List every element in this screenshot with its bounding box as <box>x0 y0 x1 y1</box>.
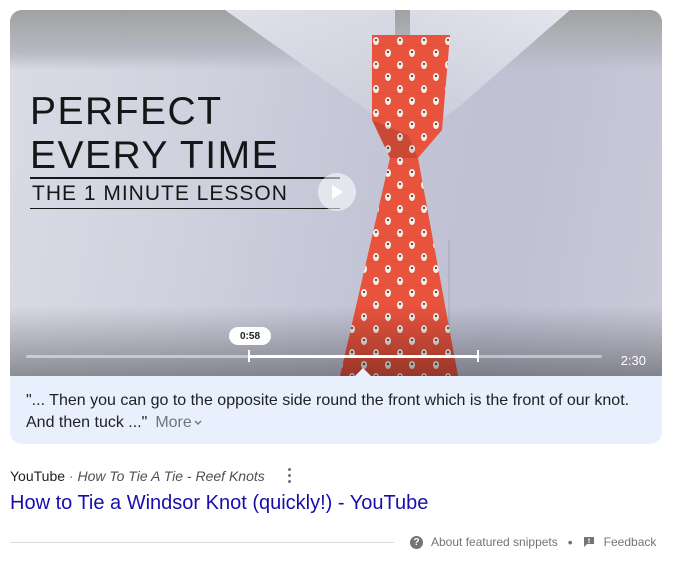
snippet-quote-text: "... Then you can go to the opposite sid… <box>26 392 630 431</box>
footer-dot: • <box>567 534 573 550</box>
subtitle-bottom-rule <box>30 208 340 209</box>
help-icon: ? <box>410 535 423 549</box>
chevron-down-icon <box>194 420 202 425</box>
quote-pointer-notch <box>354 368 372 376</box>
result-title-link[interactable]: How to Tie a Windsor Knot (quickly!) - Y… <box>10 492 428 515</box>
featured-snippet-card: PERFECT EVERY TIME THE 1 MINUTE LESSON 0… <box>10 10 662 444</box>
play-button[interactable] <box>318 173 356 211</box>
video-subtitle: THE 1 MINUTE LESSON <box>32 182 288 205</box>
source-breadcrumb: How To Tie A Tie - Reef Knots <box>77 468 265 484</box>
more-vert-icon[interactable] <box>284 466 294 484</box>
footer-divider <box>10 542 394 543</box>
headline-line-1: PERFECT <box>30 90 223 133</box>
play-icon <box>332 185 343 199</box>
video-duration: 2:30 <box>620 353 646 368</box>
source-site: YouTube <box>10 468 66 484</box>
segment-end-marker <box>477 350 479 362</box>
result-source: YouTube · How To Tie A Tie - Reef Knots <box>10 468 265 484</box>
video-thumbnail[interactable]: PERFECT EVERY TIME THE 1 MINUTE LESSON 0… <box>10 10 662 376</box>
about-featured-snippets-link[interactable]: About featured snippets <box>431 535 558 549</box>
controls-shade <box>10 306 662 376</box>
feedback-icon <box>583 536 595 548</box>
snippet-quote: "... Then you can go to the opposite sid… <box>26 390 646 434</box>
video-highlight-segment[interactable] <box>249 355 478 358</box>
snippet-footer: ? About featured snippets • Feedback <box>410 534 656 550</box>
subtitle-top-rule <box>30 177 340 179</box>
segment-start-marker <box>248 350 250 362</box>
video-headline: PERFECT EVERY TIME <box>30 90 279 178</box>
source-separator: · <box>68 468 74 484</box>
more-button[interactable]: More <box>155 414 202 431</box>
headline-line-2: EVERY TIME <box>30 134 280 177</box>
feedback-link[interactable]: Feedback <box>604 535 657 549</box>
more-label: More <box>155 414 192 431</box>
current-time-badge: 0:58 <box>229 327 271 345</box>
